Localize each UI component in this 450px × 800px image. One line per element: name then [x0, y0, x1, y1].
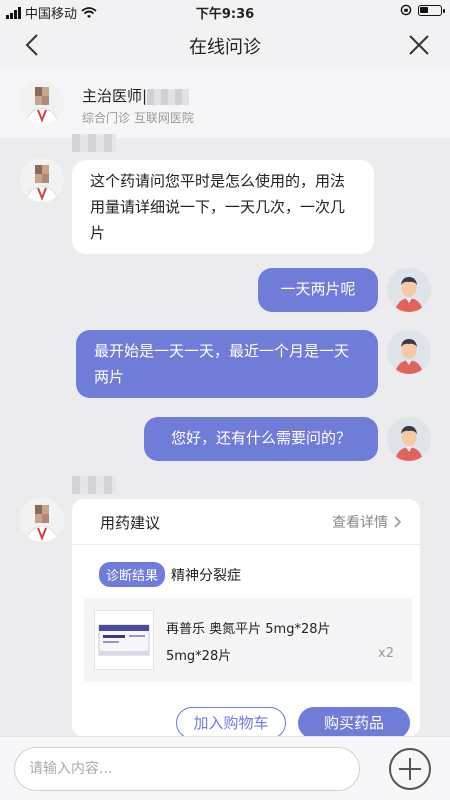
diagnosis-badge: 诊断结果 — [99, 562, 166, 587]
message-bubble-user: 一天两片呢 — [258, 268, 378, 312]
status-right — [400, 4, 445, 16]
user-avatar — [387, 268, 431, 312]
chevron-right-icon — [394, 516, 402, 528]
drug-item[interactable]: 再普乐 奥氮平片 5mg*28片 5mg*28片 x2 — [84, 598, 412, 682]
user-avatar — [387, 330, 431, 374]
orientation-lock-icon — [400, 4, 412, 16]
status-bar: 中国移动 下午9:36 — [0, 0, 450, 22]
nav-bar: 在线问诊 — [0, 22, 450, 68]
drug-image — [94, 610, 154, 670]
input-bar — [0, 736, 450, 800]
doctor-title-label: 主治医师| — [82, 87, 148, 105]
add-attachment-button[interactable] — [389, 748, 431, 790]
user-avatar — [387, 417, 431, 461]
doctor-avatar — [20, 158, 64, 202]
doctor-header[interactable]: 主治医师| 综合门诊 互联网医院 — [0, 68, 450, 138]
diagnosis-row: 诊断结果 精神分裂症 — [99, 562, 241, 587]
doctor-name: 主治医师| — [82, 85, 190, 106]
diagnosis-text: 精神分裂症 — [171, 567, 242, 584]
message-bubble-user: 最开始是一天一天，最近一个月是一天两片 — [76, 330, 378, 398]
doctor-avatar — [20, 80, 64, 124]
card-header: 用药建议 查看详情 — [72, 499, 420, 545]
message-bubble-doctor: 这个药请问您平时是怎么使用的，用法用量请详细说一下，一天几次，一次几片 — [72, 160, 374, 254]
doctor-avatar — [20, 498, 64, 542]
card-title: 用药建议 — [100, 514, 161, 532]
battery-icon — [418, 4, 445, 16]
close-icon[interactable] — [406, 32, 432, 58]
drug-spec: 5mg*28片 — [166, 649, 232, 664]
drug-name: 再普乐 奥氮平片 5mg*28片 — [166, 622, 331, 637]
doctor-department: 综合门诊 互联网医院 — [82, 111, 194, 125]
view-details-link[interactable]: 查看详情 — [332, 512, 402, 532]
add-to-cart-button[interactable]: 加入购物车 — [176, 707, 286, 737]
redacted-name — [147, 88, 190, 105]
message-input[interactable] — [14, 747, 360, 791]
redacted-doctor-name — [72, 134, 116, 152]
view-details-label: 查看详情 — [332, 515, 388, 531]
message-bubble-user: 您好，还有什么需要问的？ — [144, 417, 378, 461]
prescription-card: 用药建议 查看详情 诊断结果 精神分裂症 再普乐 奥氮平片 5mg*28片 5m… — [72, 499, 420, 737]
buy-medicine-button[interactable]: 购买药品 — [298, 707, 410, 737]
drug-quantity: x2 — [378, 646, 394, 661]
page-title: 在线问诊 — [189, 37, 261, 58]
status-time: 下午9:36 — [195, 7, 255, 22]
redacted-doctor-name — [72, 476, 116, 494]
